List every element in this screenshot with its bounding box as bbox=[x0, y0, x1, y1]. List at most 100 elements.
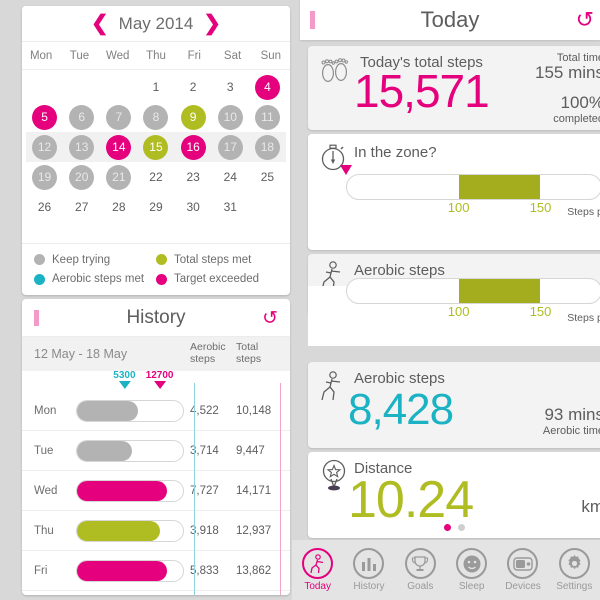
calendar-day-22[interactable]: 22 bbox=[143, 165, 168, 190]
calendar-cell[interactable]: 29 bbox=[137, 195, 174, 220]
next-month-icon[interactable]: ❯ bbox=[203, 13, 221, 34]
page-indicator-dots[interactable] bbox=[300, 524, 600, 531]
calendar-cell[interactable]: 31 bbox=[212, 195, 249, 220]
calendar-cell[interactable]: 4 bbox=[249, 74, 286, 100]
nav-item-sleep[interactable]: Sleep bbox=[446, 548, 497, 592]
calendar-day-29[interactable]: 29 bbox=[143, 195, 168, 220]
history-row-mon[interactable]: Mon 4,522 10,148 bbox=[22, 391, 290, 431]
calendar-day-14[interactable]: 14 bbox=[106, 134, 132, 160]
calendar-day-27[interactable]: 27 bbox=[69, 195, 94, 220]
calendar-cell[interactable]: 3 bbox=[212, 75, 249, 100]
history-date-range[interactable]: 12 May - 18 May bbox=[34, 347, 190, 361]
calendar-day-10[interactable]: 10 bbox=[217, 104, 243, 130]
calendar-cell[interactable]: 15 bbox=[137, 134, 174, 160]
calendar-week-row[interactable]: 19 20 21 22 23 24 25 bbox=[26, 162, 286, 192]
calendar-day-2[interactable]: 2 bbox=[181, 75, 206, 100]
calendar-cell[interactable]: 24 bbox=[212, 165, 249, 190]
calendar-day-20[interactable]: 20 bbox=[69, 164, 95, 190]
calendar-day-16[interactable]: 16 bbox=[180, 134, 206, 160]
history-marker-triangle-icon bbox=[118, 381, 131, 389]
nav-item-devices[interactable]: Devices bbox=[497, 548, 548, 592]
refresh-icon[interactable]: ↺ bbox=[576, 7, 594, 33]
calendar-week-row[interactable]: 26 27 28 29 30 31 bbox=[26, 192, 286, 222]
history-row-tue[interactable]: Tue 3,714 9,447 bbox=[22, 431, 290, 471]
calendar-day-12[interactable]: 12 bbox=[32, 134, 58, 160]
calendar-day-1[interactable]: 1 bbox=[143, 75, 168, 100]
calendar-cell[interactable]: 17 bbox=[212, 134, 249, 160]
calendar-day-15[interactable]: 15 bbox=[143, 134, 169, 160]
history-row-wed[interactable]: Wed 7,727 14,171 bbox=[22, 471, 290, 511]
bars-icon[interactable] bbox=[353, 548, 385, 579]
history-row-sat[interactable]: Sat1,3516,743 bbox=[22, 591, 290, 595]
calendar-day-25[interactable]: 25 bbox=[255, 165, 280, 190]
runner-icon[interactable] bbox=[302, 548, 334, 579]
calendar-cell[interactable]: 11 bbox=[249, 104, 286, 130]
calendar-cell[interactable]: 20 bbox=[63, 164, 100, 190]
calendar-day-7[interactable]: 7 bbox=[106, 104, 132, 130]
device-icon[interactable] bbox=[507, 548, 539, 579]
calendar-cell[interactable]: 28 bbox=[100, 195, 137, 220]
total-steps-panel[interactable]: Today's total steps 15,571 Total time 15… bbox=[308, 46, 600, 130]
calendar-cell[interactable]: 6 bbox=[63, 104, 100, 130]
history-row-thu[interactable]: Thu 3,918 12,937 bbox=[22, 511, 290, 551]
calendar-cell[interactable]: 7 bbox=[100, 104, 137, 130]
calendar-cell[interactable]: 5 bbox=[26, 104, 63, 130]
calendar-week-row[interactable]: 1234 bbox=[26, 72, 286, 102]
history-row-fri[interactable]: Fri 5,833 13,862 bbox=[22, 551, 290, 591]
calendar-day-3[interactable]: 3 bbox=[218, 75, 243, 100]
calendar-day-21[interactable]: 21 bbox=[106, 164, 132, 190]
trophy-icon[interactable] bbox=[404, 548, 436, 579]
calendar-cell[interactable]: 19 bbox=[26, 164, 63, 190]
calendar-week-row[interactable]: 12 13 14 15 16 17 18 bbox=[26, 132, 286, 162]
calendar-day-18[interactable]: 18 bbox=[254, 134, 280, 160]
zone-slider-overlay[interactable]: 100 150 0 Steps per min bbox=[308, 278, 600, 346]
calendar-cell[interactable]: 23 bbox=[175, 165, 212, 190]
calendar-cell[interactable]: 22 bbox=[137, 165, 174, 190]
calendar-day-11[interactable]: 11 bbox=[254, 104, 280, 130]
calendar-day-31[interactable]: 31 bbox=[218, 195, 243, 220]
calendar-cell[interactable]: 10 bbox=[212, 104, 249, 130]
zone-slider[interactable] bbox=[346, 174, 600, 200]
calendar-day-13[interactable]: 13 bbox=[69, 134, 95, 160]
calendar-day-17[interactable]: 17 bbox=[217, 134, 243, 160]
zone-slider-2[interactable] bbox=[346, 278, 600, 304]
calendar-cell[interactable]: 1 bbox=[137, 75, 174, 100]
calendar-day-8[interactable]: 8 bbox=[143, 104, 169, 130]
calendar-day-24[interactable]: 24 bbox=[218, 165, 243, 190]
calendar-cell[interactable]: 18 bbox=[249, 134, 286, 160]
calendar-day-19[interactable]: 19 bbox=[32, 164, 58, 190]
calendar-cell[interactable]: 26 bbox=[26, 195, 63, 220]
calendar-day-26[interactable]: 26 bbox=[32, 195, 57, 220]
calendar-day-28[interactable]: 28 bbox=[106, 195, 131, 220]
nav-item-history[interactable]: History bbox=[343, 548, 394, 592]
calendar-day-30[interactable]: 30 bbox=[181, 195, 206, 220]
calendar-cell[interactable]: 2 bbox=[175, 75, 212, 100]
calendar-cell[interactable]: 9 bbox=[175, 104, 212, 130]
calendar-day-23[interactable]: 23 bbox=[181, 165, 206, 190]
gear-icon[interactable] bbox=[558, 548, 590, 579]
page-dot-1[interactable] bbox=[443, 524, 451, 531]
nav-item-goals[interactable]: Goals bbox=[395, 548, 446, 592]
calendar-cell[interactable]: 30 bbox=[175, 195, 212, 220]
calendar-cell[interactable]: 16 bbox=[175, 134, 212, 160]
nav-item-today[interactable]: Today bbox=[292, 548, 343, 592]
calendar-day-9[interactable]: 9 bbox=[180, 104, 206, 130]
nav-item-settings[interactable]: Settings bbox=[549, 548, 600, 592]
calendar-day-6[interactable]: 6 bbox=[69, 104, 95, 130]
calendar-week-row[interactable]: 5 6 7 8 9 10 11 bbox=[26, 102, 286, 132]
calendar-cell[interactable]: 14 bbox=[100, 134, 137, 160]
calendar-day-4[interactable]: 4 bbox=[254, 74, 280, 100]
calendar-cell[interactable]: 27 bbox=[63, 195, 100, 220]
aerobic-steps-panel[interactable]: Aerobic steps 8,428 93 mins Aerobic time bbox=[308, 362, 600, 448]
calendar-cell[interactable]: 21 bbox=[100, 164, 137, 190]
calendar-cell[interactable]: 13 bbox=[63, 134, 100, 160]
calendar-cell[interactable]: 25 bbox=[249, 165, 286, 190]
calendar-cell[interactable]: 8 bbox=[137, 104, 174, 130]
page-dot-2[interactable] bbox=[457, 524, 465, 531]
in-the-zone-panel[interactable]: In the zone? 100 150 0 Steps per min bbox=[308, 134, 600, 250]
calendar-cell[interactable]: 12 bbox=[26, 134, 63, 160]
sleep-icon[interactable] bbox=[456, 548, 488, 579]
refresh-icon[interactable]: ↺ bbox=[262, 307, 278, 330]
calendar-day-5[interactable]: 5 bbox=[32, 104, 58, 130]
prev-month-icon[interactable]: ❮ bbox=[91, 13, 109, 34]
